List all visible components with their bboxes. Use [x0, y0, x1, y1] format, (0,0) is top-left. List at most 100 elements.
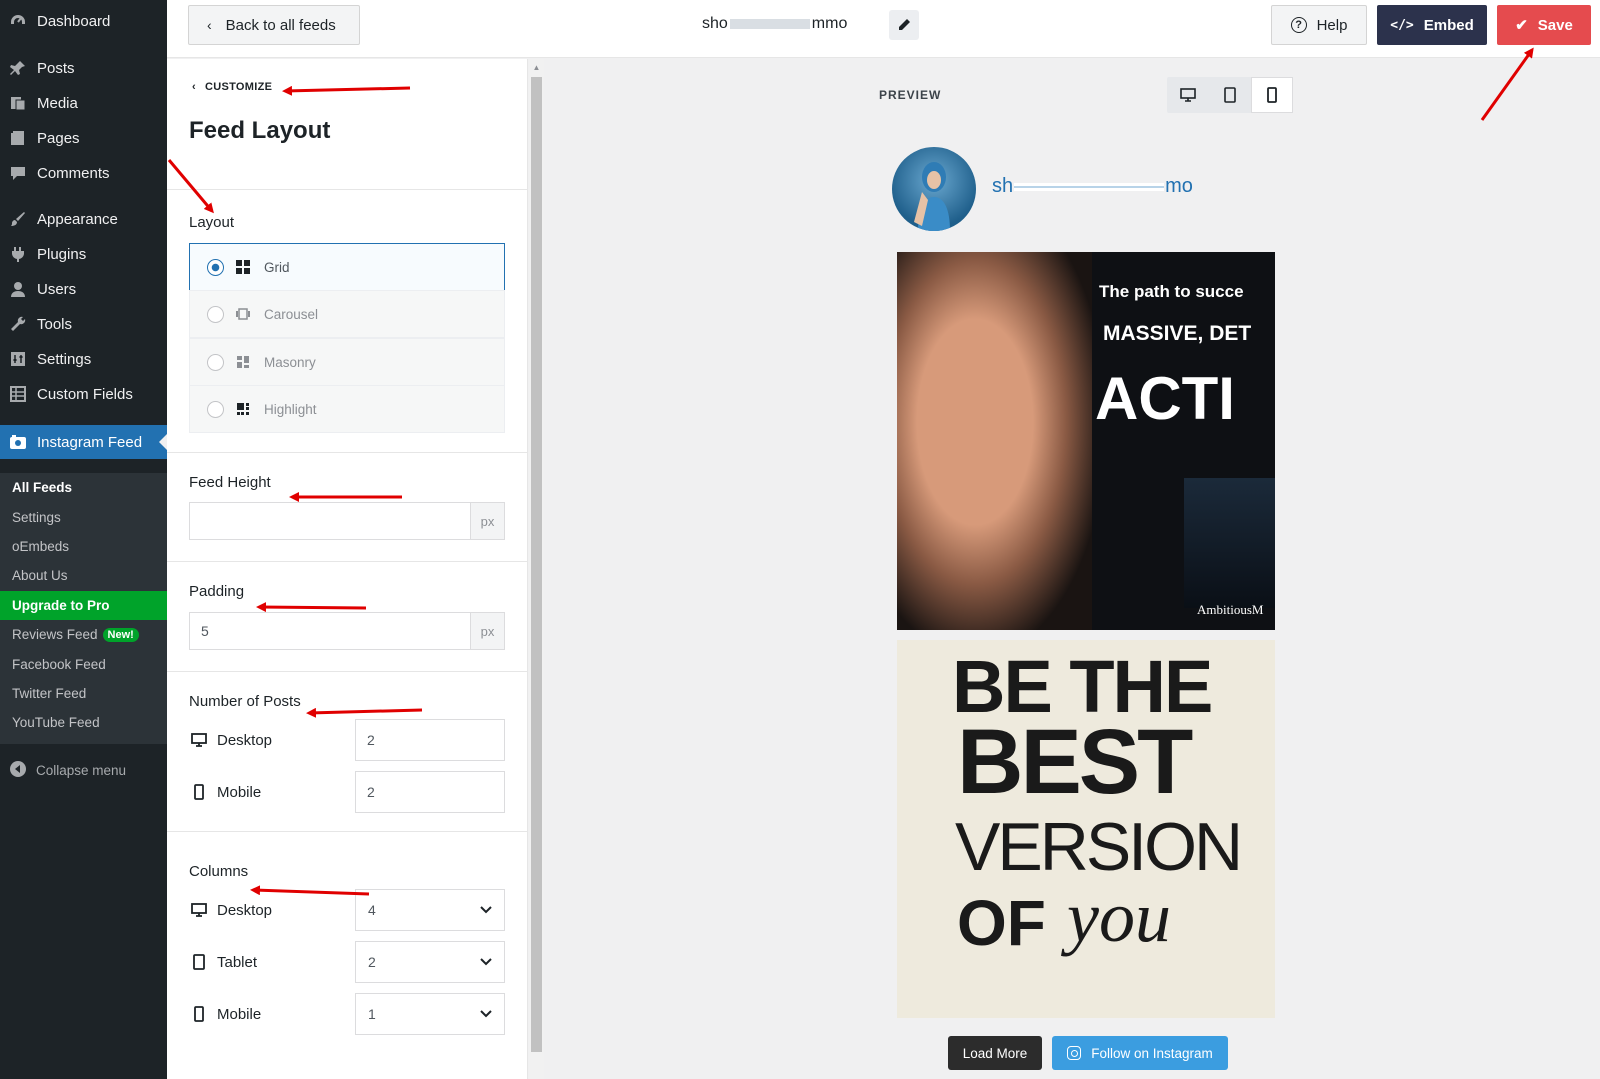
feed-height-input[interactable] — [190, 503, 470, 539]
desktop-icon — [189, 730, 209, 750]
layout-option-masonry[interactable]: Masonry — [189, 338, 505, 386]
divider — [167, 831, 527, 832]
submenu-settings[interactable]: Settings — [0, 503, 167, 532]
save-button[interactable]: ✔ Save — [1497, 5, 1591, 45]
columns-desktop-row: Desktop 4 — [189, 889, 505, 931]
layout-option-carousel[interactable]: Carousel — [189, 290, 505, 338]
submenu-youtube-feed[interactable]: YouTube Feed — [0, 708, 167, 737]
profile-avatar[interactable] — [892, 147, 976, 231]
post-watermark: AmbitiousM — [1197, 602, 1264, 617]
menu-media[interactable]: Media — [0, 86, 167, 120]
submenu-about-us[interactable]: About Us — [0, 561, 167, 590]
help-icon: ? — [1290, 17, 1307, 33]
new-badge: New! — [102, 627, 139, 642]
chevron-down-icon — [480, 1010, 492, 1018]
layout-option-highlight[interactable]: Highlight — [189, 385, 505, 433]
feed-height-field: px — [189, 502, 505, 540]
camera-icon — [8, 432, 28, 452]
menu-appearance[interactable]: Appearance — [0, 202, 167, 236]
menu-label: Dashboard — [37, 12, 111, 30]
back-label: Back to all feeds — [225, 16, 336, 34]
menu-instagram-feed[interactable]: Instagram Feed — [0, 425, 167, 459]
divider — [167, 671, 527, 672]
menu-users[interactable]: Users — [0, 272, 167, 306]
scroll-up-arrow-icon[interactable]: ▲ — [531, 63, 542, 73]
menu-custom-fields[interactable]: Custom Fields — [0, 377, 167, 411]
feed-name-end: mmo — [811, 15, 848, 32]
help-label: Help — [1316, 16, 1348, 34]
submenu-label: Upgrade to Pro — [12, 598, 110, 613]
breadcrumb-label: CUSTOMIZE — [204, 81, 273, 93]
comment-icon — [8, 163, 28, 183]
device-label: Mobile — [217, 783, 262, 801]
layout-option-grid[interactable]: Grid — [189, 243, 505, 291]
columns-desktop-select[interactable]: 4 — [355, 889, 505, 931]
menu-dashboard[interactable]: Dashboard — [0, 4, 167, 38]
posts-desktop-input[interactable] — [355, 719, 505, 761]
preview-desktop-button[interactable] — [1167, 77, 1209, 113]
paintbrush-icon — [8, 209, 28, 229]
feed-post-2[interactable]: BE THE BEST VERSION OF you — [897, 640, 1275, 1018]
px-unit: px — [470, 613, 504, 649]
wrench-icon — [8, 314, 28, 334]
back-to-feeds-button[interactable]: ‹ Back to all feeds — [188, 5, 360, 45]
columns-mobile-select[interactable]: 1 — [355, 993, 505, 1035]
radio-grid[interactable] — [207, 258, 224, 276]
load-more-button[interactable]: Load More — [948, 1036, 1042, 1070]
menu-label: Tools — [37, 315, 73, 333]
submenu-facebook-feed[interactable]: Facebook Feed — [0, 650, 167, 679]
feed-name-start: sho — [702, 15, 728, 32]
menu-plugins[interactable]: Plugins — [0, 237, 167, 271]
padding-input[interactable] — [190, 613, 470, 649]
embed-button[interactable]: </> Embed — [1377, 5, 1487, 45]
feed-post-1[interactable]: The path to succe MASSIVE, DET ACTI Ambi… — [897, 252, 1275, 630]
annotation-arrow — [1480, 47, 1534, 121]
px-unit: px — [470, 503, 504, 539]
collapse-arrow-icon — [9, 760, 27, 781]
submenu-label: Twitter Feed — [12, 686, 87, 701]
padding-label: Padding — [189, 583, 245, 600]
submenu-oembeds[interactable]: oEmbeds — [0, 532, 167, 561]
grid-icon — [8, 384, 28, 404]
media-icon — [8, 93, 28, 113]
columns-tablet-select[interactable]: 2 — [355, 941, 505, 983]
wp-admin-sidebar: Dashboard Posts Media Pages Comments App… — [0, 0, 167, 1079]
columns-label: Columns — [189, 863, 249, 880]
preview-tablet-button[interactable] — [1209, 77, 1251, 113]
preview-mobile-button[interactable] — [1251, 77, 1293, 113]
posts-mobile-input[interactable] — [355, 771, 505, 813]
submenu-twitter-feed[interactable]: Twitter Feed — [0, 679, 167, 708]
submenu-reviews-feed[interactable]: Reviews Feed New! — [0, 620, 167, 649]
submenu-upgrade-to-pro[interactable]: Upgrade to Pro — [0, 591, 167, 620]
edit-feed-name-button[interactable] — [889, 10, 919, 40]
menu-settings[interactable]: Settings — [0, 342, 167, 376]
panel-scrollbar-thumb[interactable] — [531, 77, 542, 1052]
post-text-line: MASSIVE, DET — [1103, 322, 1252, 345]
post-text-line: you — [1067, 877, 1171, 957]
help-button[interactable]: ? Help — [1271, 5, 1367, 45]
option-label: Carousel — [264, 306, 319, 322]
instagram-username-link[interactable]: sh mo — [992, 175, 1193, 198]
submenu-all-feeds[interactable]: All Feeds — [0, 473, 167, 502]
radio-masonry[interactable] — [207, 353, 224, 371]
collapse-label: Collapse menu — [36, 762, 127, 778]
submenu-label: Facebook Feed — [12, 657, 106, 672]
posts-desktop-row: Desktop — [189, 719, 505, 761]
menu-comments[interactable]: Comments — [0, 156, 167, 190]
avatar-image — [914, 162, 950, 231]
radio-highlight[interactable] — [207, 400, 224, 418]
columns-tablet-row: Tablet 2 — [189, 941, 505, 983]
radio-carousel[interactable] — [207, 305, 224, 323]
option-label: Highlight — [264, 401, 317, 417]
preview-label: PREVIEW — [879, 88, 942, 102]
collapse-menu-button[interactable]: Collapse menu — [0, 755, 167, 785]
menu-pages[interactable]: Pages — [0, 121, 167, 155]
menu-posts[interactable]: Posts — [0, 51, 167, 85]
menu-tools[interactable]: Tools — [0, 307, 167, 341]
settings-icon — [8, 349, 28, 369]
user-icon — [8, 279, 28, 299]
number-of-posts-label: Number of Posts — [189, 693, 301, 710]
customize-breadcrumb[interactable]: ‹ CUSTOMIZE — [192, 81, 272, 93]
follow-on-instagram-button[interactable]: Follow on Instagram — [1052, 1036, 1228, 1070]
device-label: Desktop — [217, 901, 273, 919]
